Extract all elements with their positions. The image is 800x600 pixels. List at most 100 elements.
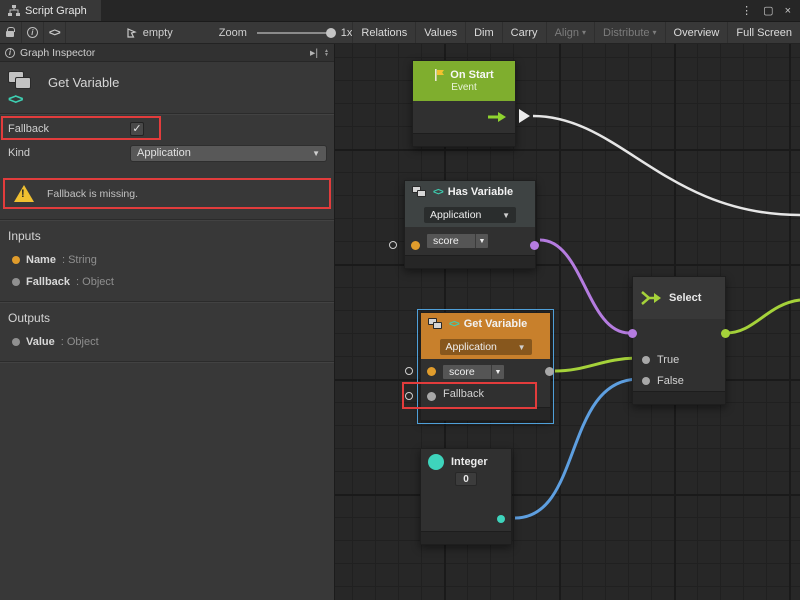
tab-label: Script Graph — [25, 5, 87, 17]
condition-input-port[interactable] — [628, 329, 637, 338]
toolbar-buttons: Relations Values Dim Carry Align▾ Distri… — [352, 22, 800, 43]
control-output-arrow-icon[interactable] — [487, 111, 507, 123]
zoom-value: 1x — [341, 27, 353, 39]
tab-script-graph[interactable]: Script Graph — [0, 0, 101, 21]
name-input-port[interactable] — [427, 367, 436, 376]
zoom-slider[interactable] — [257, 32, 332, 34]
full-screen-button[interactable]: Full Screen — [727, 22, 800, 43]
values-button[interactable]: Values — [415, 22, 465, 43]
unconnected-port-circle[interactable] — [405, 392, 413, 400]
fallback-label: Fallback — [8, 123, 49, 135]
align-button[interactable]: Align▾ — [546, 22, 594, 43]
node-integer[interactable]: Integer 0 — [420, 448, 512, 545]
variable-name-field[interactable]: score ▼ — [426, 233, 489, 249]
port-dot-gray — [12, 338, 20, 346]
code-angle-icon: <> — [433, 187, 443, 198]
breadcrumb-empty[interactable]: empty — [126, 27, 173, 39]
bool-output-port[interactable] — [530, 241, 539, 250]
variable-name-field[interactable]: score ▼ — [442, 364, 505, 380]
value-wire-green[interactable] — [555, 358, 639, 371]
value-output-port[interactable] — [545, 367, 554, 376]
node-title: Integer — [451, 456, 488, 468]
select-icon — [640, 289, 662, 307]
window-menu-icon[interactable]: ⋮ — [741, 4, 752, 17]
node-title: Get Variable — [464, 318, 528, 330]
chevron-down-icon: ▼ — [518, 343, 526, 352]
unconnected-port-circle[interactable] — [389, 241, 397, 249]
integer-icon — [428, 454, 444, 470]
divider — [0, 113, 334, 114]
fallback-toggle-row: Fallback ✓ — [0, 117, 334, 141]
scroll-arrows-icon[interactable]: ▲▼ — [324, 49, 329, 57]
fallback-input-port[interactable] — [427, 392, 436, 401]
integer-header: Integer 0 — [421, 449, 511, 497]
divider — [0, 361, 334, 362]
script-graph-window: Script Graph ⋮ ▢ × i <> empty Zoom 1x Re… — [0, 0, 800, 600]
relations-button[interactable]: Relations — [352, 22, 415, 43]
flag-icon — [434, 69, 445, 81]
script-graph-icon — [8, 5, 20, 16]
select-output-wire[interactable] — [726, 300, 800, 333]
node-get-variable[interactable]: <> Get Variable Application ▼ score ▼ Fa… — [420, 312, 551, 421]
distribute-button[interactable]: Distribute▾ — [594, 22, 664, 43]
maximize-icon[interactable]: ▢ — [763, 4, 773, 17]
code-angle-icon: <> — [449, 319, 459, 330]
port-dot-orange — [12, 256, 20, 264]
code-icon: <> — [49, 27, 60, 39]
scope-dropdown[interactable]: Application ▼ — [440, 339, 532, 355]
selection-output-port[interactable] — [721, 329, 730, 338]
bool-wire[interactable] — [540, 240, 629, 333]
zoom-slider-handle[interactable] — [326, 28, 336, 38]
kind-value: Application — [137, 147, 191, 159]
node-select[interactable]: Select True False — [632, 276, 726, 405]
wire-arrow-icon — [519, 109, 530, 123]
kind-label: Kind — [8, 147, 30, 159]
control-wire[interactable] — [533, 116, 800, 215]
lock-button[interactable] — [0, 22, 22, 43]
scope-dropdown[interactable]: Application ▼ — [424, 207, 516, 223]
warning-icon: ! — [14, 185, 34, 202]
select-false-row: False — [633, 370, 725, 391]
select-true-row: True — [633, 349, 725, 370]
inputs-section-title: Inputs — [0, 220, 334, 249]
get-variable-header: <> Get Variable — [421, 313, 550, 335]
code-view-button[interactable]: <> — [44, 22, 66, 43]
dock-icon[interactable]: ▸| — [310, 47, 318, 59]
info-icon: i — [27, 27, 38, 38]
wires-layer — [335, 44, 800, 600]
titlebar: Script Graph ⋮ ▢ × — [0, 0, 800, 22]
overview-button[interactable]: Overview — [665, 22, 728, 43]
info-icon: i — [5, 48, 15, 58]
titlebar-spacer — [101, 0, 741, 21]
node-on-start[interactable]: On Start Event — [412, 60, 516, 147]
checkmark-icon: ✓ — [132, 124, 141, 135]
node-title: On Start — [450, 69, 493, 81]
carry-button[interactable]: Carry — [502, 22, 546, 43]
node-subtitle: Event — [451, 82, 477, 93]
unit-summary: <> Get Variable — [0, 62, 334, 113]
false-input-port[interactable] — [642, 377, 650, 385]
inspect-button[interactable]: i — [22, 22, 44, 43]
true-input-port[interactable] — [642, 356, 650, 364]
select-header: Select — [633, 277, 725, 319]
fallback-checkbox[interactable]: ✓ — [130, 122, 144, 136]
int-output-port[interactable] — [497, 515, 505, 523]
input-port-row: Fallback : Object — [0, 271, 334, 293]
output-port-row: Value : Object — [0, 331, 334, 353]
chevron-down-icon: ▼ — [502, 211, 510, 220]
unconnected-port-circle[interactable] — [405, 367, 413, 375]
kind-dropdown[interactable]: Application ▼ — [130, 145, 327, 162]
node-has-variable[interactable]: <> Has Variable Application ▼ score ▼ — [404, 180, 536, 269]
has-variable-header: <> Has Variable — [405, 181, 535, 203]
close-icon[interactable]: × — [785, 5, 791, 17]
graph-canvas[interactable]: On Start Event <> Has Vari — [335, 44, 800, 600]
name-input-port[interactable] — [411, 241, 420, 250]
integer-value-field[interactable]: 0 — [455, 472, 477, 486]
unit-title: Get Variable — [48, 71, 119, 107]
warning-text: Fallback is missing. — [47, 188, 138, 200]
dim-button[interactable]: Dim — [465, 22, 502, 43]
node-footer — [421, 531, 511, 544]
chevron-down-icon: ▼ — [475, 234, 488, 248]
node-footer — [413, 133, 515, 146]
code-angle-icon: <> — [8, 92, 48, 107]
